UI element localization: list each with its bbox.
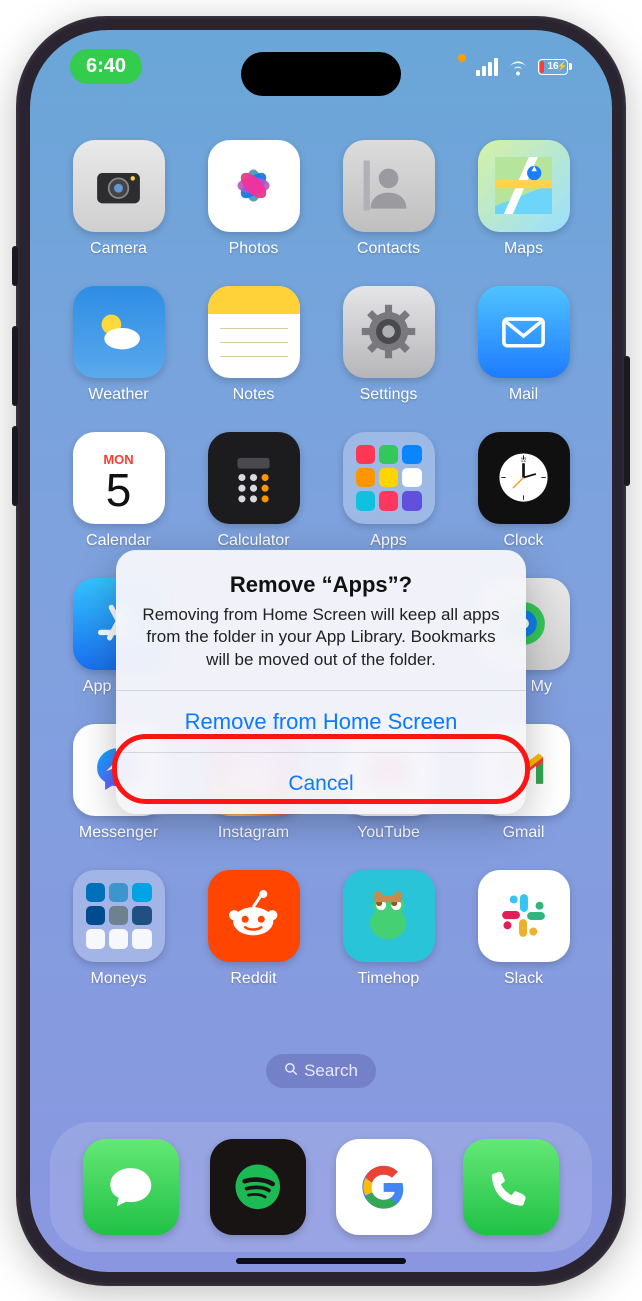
app-notes[interactable]: Notes bbox=[203, 286, 304, 404]
dynamic-island[interactable] bbox=[241, 52, 401, 96]
remove-from-home-button[interactable]: Remove from Home Screen bbox=[116, 690, 526, 752]
search-label: Search bbox=[304, 1061, 358, 1081]
app-label: Clock bbox=[503, 532, 543, 550]
app-label: Timehop bbox=[358, 970, 420, 988]
wifi-icon bbox=[506, 58, 530, 76]
search-icon bbox=[284, 1061, 298, 1081]
notes-icon bbox=[208, 286, 300, 378]
app-label: Contacts bbox=[357, 240, 420, 258]
mute-switch[interactable] bbox=[12, 246, 18, 286]
calculator-icon bbox=[208, 432, 300, 524]
app-settings[interactable]: Settings bbox=[338, 286, 439, 404]
app-weather[interactable]: Weather bbox=[68, 286, 169, 404]
clock-icon: 12 bbox=[478, 432, 570, 524]
calendar-icon: MON 5 bbox=[73, 432, 165, 524]
timehop-icon bbox=[343, 870, 435, 962]
calendar-day: 5 bbox=[106, 467, 132, 513]
maps-icon bbox=[478, 140, 570, 232]
app-label: Maps bbox=[504, 240, 543, 258]
app-clock[interactable]: 12 Clock bbox=[473, 432, 574, 550]
app-maps[interactable]: Maps bbox=[473, 140, 574, 258]
camera-icon bbox=[73, 140, 165, 232]
app-label: Photos bbox=[229, 240, 279, 258]
settings-icon bbox=[343, 286, 435, 378]
app-contacts[interactable]: Contacts bbox=[338, 140, 439, 258]
dock bbox=[50, 1122, 592, 1252]
app-label: Reddit bbox=[230, 970, 276, 988]
phone-frame: 6:40 16 ⚡ bbox=[16, 16, 626, 1286]
app-mail[interactable]: Mail bbox=[473, 286, 574, 404]
app-label: Slack bbox=[504, 970, 543, 988]
app-photos[interactable]: Photos bbox=[203, 140, 304, 258]
app-label: Calendar bbox=[86, 532, 151, 550]
svg-text:12: 12 bbox=[521, 457, 527, 463]
app-label: Gmail bbox=[503, 824, 545, 842]
remove-alert: Remove “Apps”? Removing from Home Screen… bbox=[116, 550, 526, 815]
app-label: Apps bbox=[370, 532, 406, 550]
screen: 6:40 16 ⚡ bbox=[30, 30, 612, 1272]
charging-bolt-icon: ⚡ bbox=[557, 61, 568, 72]
app-label: YouTube bbox=[357, 824, 420, 842]
app-label: Settings bbox=[360, 386, 418, 404]
home-indicator[interactable] bbox=[236, 1258, 406, 1264]
status-right: 16 ⚡ bbox=[458, 54, 572, 80]
app-slack[interactable]: Slack bbox=[473, 870, 574, 988]
volume-up-button[interactable] bbox=[12, 326, 18, 406]
cancel-button[interactable]: Cancel bbox=[116, 752, 526, 814]
location-dot-icon bbox=[458, 54, 466, 62]
power-button[interactable] bbox=[624, 356, 630, 486]
app-label: Weather bbox=[88, 386, 148, 404]
alert-message: Removing from Home Screen will keep all … bbox=[138, 604, 504, 673]
mail-icon bbox=[478, 286, 570, 378]
photos-icon bbox=[208, 140, 300, 232]
app-calendar[interactable]: MON 5 Calendar bbox=[68, 432, 169, 550]
dock-app-phone[interactable] bbox=[463, 1139, 559, 1235]
app-folder-moneys[interactable]: Moneys bbox=[68, 870, 169, 988]
reddit-icon bbox=[208, 870, 300, 962]
app-camera[interactable]: Camera bbox=[68, 140, 169, 258]
app-label: Notes bbox=[233, 386, 275, 404]
contacts-icon bbox=[343, 140, 435, 232]
weather-icon bbox=[73, 286, 165, 378]
battery-icon: 16 ⚡ bbox=[538, 59, 572, 75]
app-label: Calculator bbox=[217, 532, 289, 550]
alert-title: Remove “Apps”? bbox=[138, 572, 504, 598]
volume-down-button[interactable] bbox=[12, 426, 18, 506]
app-label: Messenger bbox=[79, 824, 158, 842]
app-timehop[interactable]: Timehop bbox=[338, 870, 439, 988]
app-calculator[interactable]: Calculator bbox=[203, 432, 304, 550]
dock-app-messages[interactable] bbox=[83, 1139, 179, 1235]
time-pill[interactable]: 6:40 bbox=[70, 49, 142, 84]
search-button[interactable]: Search bbox=[266, 1054, 376, 1088]
folder-icon bbox=[343, 432, 435, 524]
dock-app-spotify[interactable] bbox=[210, 1139, 306, 1235]
dock-app-google[interactable] bbox=[336, 1139, 432, 1235]
app-folder-apps[interactable]: Apps bbox=[338, 432, 439, 550]
app-label: Instagram bbox=[218, 824, 289, 842]
folder-icon bbox=[73, 870, 165, 962]
app-label: Moneys bbox=[90, 970, 146, 988]
app-reddit[interactable]: Reddit bbox=[203, 870, 304, 988]
slack-icon bbox=[478, 870, 570, 962]
app-label: Camera bbox=[90, 240, 147, 258]
cellular-icon bbox=[476, 58, 498, 76]
app-label: Mail bbox=[509, 386, 538, 404]
